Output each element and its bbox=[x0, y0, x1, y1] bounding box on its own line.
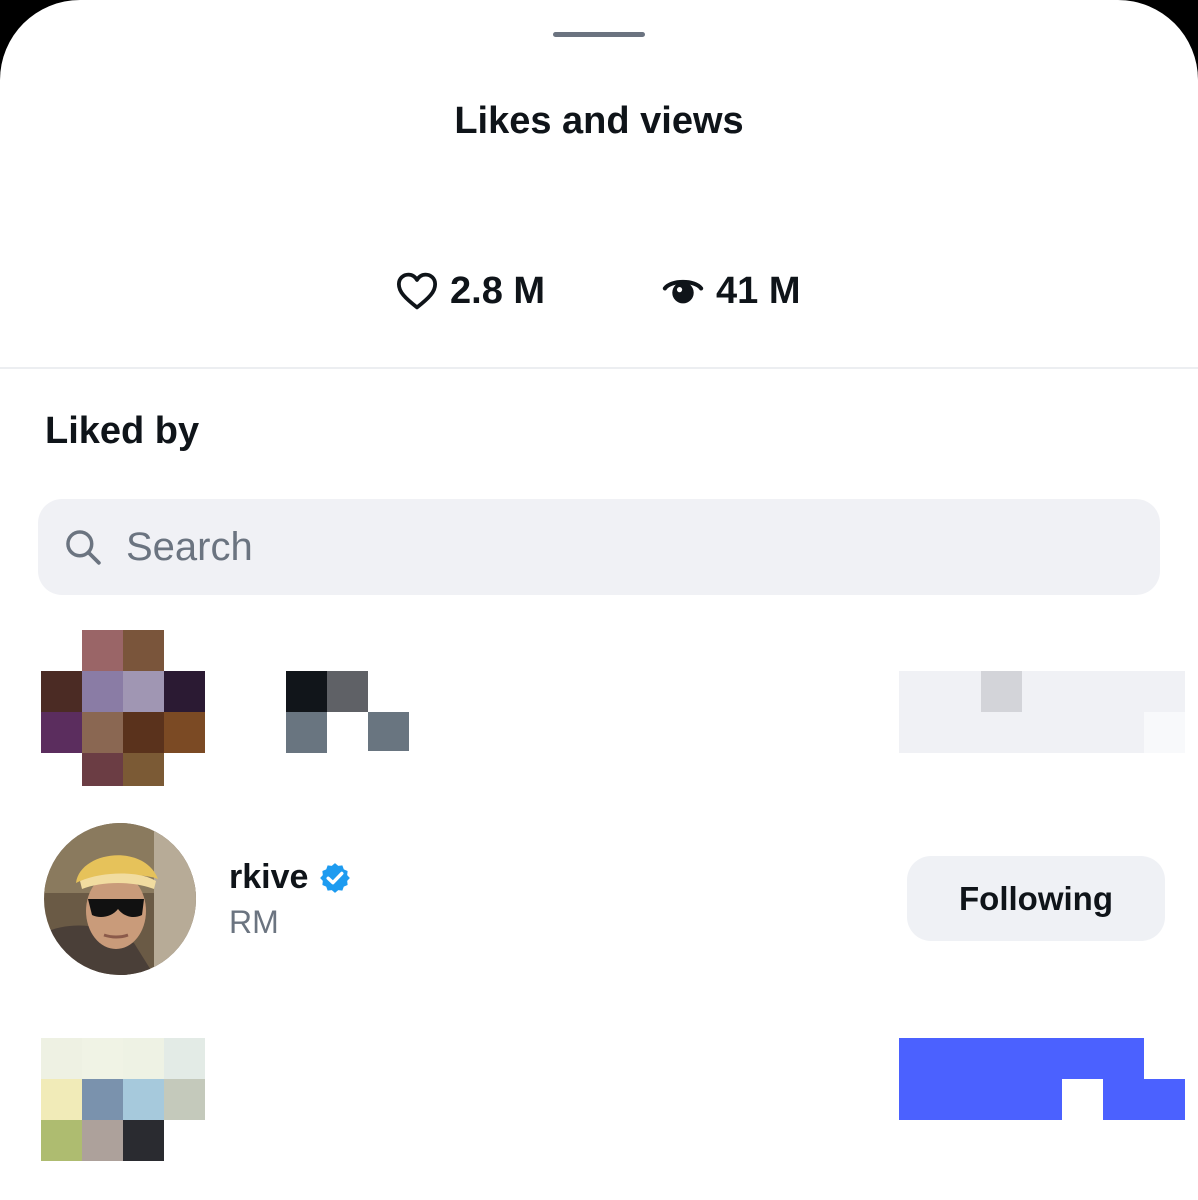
redacted-username bbox=[286, 671, 409, 753]
likes-views-sheet: Likes and views 2.8 M 41 M Liked by Sear… bbox=[0, 0, 1198, 1200]
redacted-avatar[interactable] bbox=[41, 1038, 205, 1161]
user-name[interactable]: rkive bbox=[229, 858, 352, 897]
eye-icon bbox=[662, 272, 716, 310]
views-stat: 41 M bbox=[662, 268, 800, 314]
avatar[interactable] bbox=[44, 823, 196, 975]
liked-by-heading: Liked by bbox=[45, 410, 200, 452]
heart-outline-icon bbox=[396, 272, 450, 310]
username-text: rkive bbox=[229, 858, 309, 896]
following-button[interactable]: Following bbox=[907, 856, 1165, 941]
likes-count: 2.8 M bbox=[450, 269, 546, 312]
redacted-avatar[interactable] bbox=[41, 630, 205, 786]
likes-stat: 2.8 M bbox=[396, 268, 545, 314]
sheet-grabber-handle[interactable] bbox=[553, 32, 645, 37]
redacted-follow-button[interactable] bbox=[899, 1038, 1185, 1120]
user-display-name: RM bbox=[229, 904, 279, 940]
redacted-follow-button[interactable] bbox=[899, 671, 1185, 753]
section-divider bbox=[0, 367, 1198, 369]
search-bar[interactable] bbox=[38, 499, 1160, 595]
verified-badge-icon bbox=[318, 861, 352, 895]
sheet-title: Likes and views bbox=[454, 100, 744, 142]
search-input[interactable] bbox=[124, 523, 1028, 571]
search-icon bbox=[64, 528, 102, 566]
views-count: 41 M bbox=[716, 269, 801, 312]
